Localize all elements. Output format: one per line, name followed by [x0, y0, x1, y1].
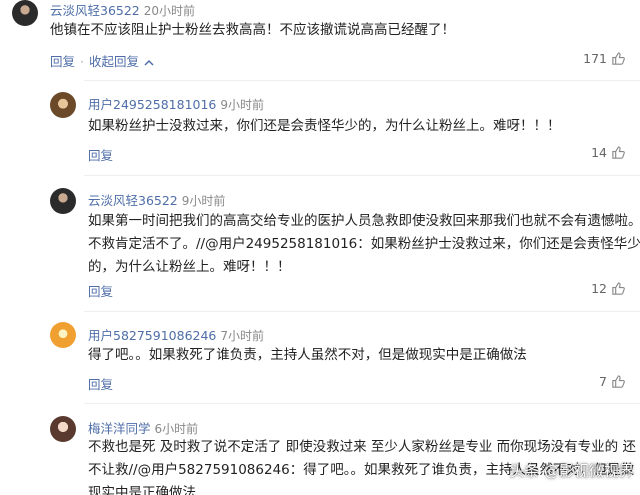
thumbs-up-icon[interactable]	[611, 374, 626, 389]
comment-line: 不救也是死 及时救了说不定活了 即使没救过来 至少人家粉丝是专业 而你现场没有专…	[88, 439, 636, 455]
comment-text: 他镇在不应该阻止护士粉丝去救高高！不应该撤谎说高高已经醒了！	[50, 19, 455, 42]
comment-4: 用户5827591086246 7小时前 得了吧。。如果救死了谁负责，主持人虽然不…	[0, 322, 640, 397]
watermark: 头条 @影视微视界	[509, 462, 634, 480]
comment-text: 如果第一时间把我们的高高交给专业的医护人员急救即使没救回来那我们也就不会有遗憾啦…	[88, 210, 640, 279]
like-button[interactable]: 14	[591, 145, 626, 160]
avatar[interactable]	[50, 416, 76, 442]
comment-time: 6小时前	[154, 422, 199, 436]
comment-5: 梅洋洋同学 6小时前 不救也是死 及时救了说不定活了 即使没救过来 至少人家粉丝是…	[0, 414, 640, 495]
comment-actions: 回复	[88, 281, 113, 300]
divider	[84, 311, 640, 312]
like-count: 7	[599, 374, 607, 389]
comment-username[interactable]: 用户5827591086246 7小时前	[88, 325, 264, 344]
comment-time: 7小时前	[220, 329, 265, 343]
username-text[interactable]: 梅洋洋同学	[88, 421, 151, 436]
comment-time: 9小时前	[181, 194, 226, 208]
comment-3: 云淡风轻36522 9小时前 如果第一时间把我们的高高交给专业的医护人员急救即使没…	[0, 186, 640, 306]
comment-line: 不救肯定活不了。//@用户2495258181016：如果粉丝护士没救过来，你们…	[88, 236, 640, 252]
like-count: 12	[591, 281, 607, 296]
comment-time: 20小时前	[143, 4, 196, 18]
comment-1: 云淡风轻36522 20小时前 他镇在不应该阻止护士粉丝去救高高！不应该撤谎说高高…	[0, 0, 640, 76]
comment-line: 的，为什么让粉丝上。难呀！！！	[88, 259, 291, 275]
comment-actions: 回复	[88, 145, 113, 164]
like-count: 171	[583, 51, 607, 66]
username-text[interactable]: 云淡风轻36522	[88, 193, 178, 208]
reply-button[interactable]: 回复	[50, 54, 75, 69]
comment-time: 9小时前	[220, 98, 265, 112]
like-button[interactable]: 171	[583, 51, 626, 66]
divider	[84, 403, 640, 404]
avatar[interactable]	[50, 322, 76, 348]
avatar[interactable]	[12, 0, 38, 26]
comment-username[interactable]: 云淡风轻36522 20小时前	[50, 0, 195, 19]
reply-button[interactable]: 回复	[88, 284, 113, 299]
comment-line: 如果第一时间把我们的高高交给专业的医护人员急救即使没救回来那我们也就不会有遗憾啦…	[88, 213, 640, 229]
comment-line: 现实中是正确做法	[88, 485, 196, 495]
comment-2: 用户2495258181016 9小时前 如果粉丝护士没救过来，你们还是会责怪华少…	[0, 90, 640, 166]
comment-text: 如果粉丝护士没救过来，你们还是会责怪华少的，为什么让粉丝上。难呀！！！	[88, 115, 561, 138]
comment-line: 他镇在不应该阻止护士粉丝去救高高！不应该撤谎说高高已经醒了！	[50, 22, 455, 38]
username-text[interactable]: 用户2495258181016	[88, 97, 216, 112]
comment-actions: 回复 · 收起回复	[50, 51, 155, 70]
avatar[interactable]	[50, 92, 76, 118]
username-text[interactable]: 云淡风轻36522	[50, 3, 140, 18]
thumbs-up-icon[interactable]	[611, 51, 626, 66]
reply-button[interactable]: 回复	[88, 377, 113, 392]
comment-line: 得了吧。。如果救死了谁负责，主持人虽然不对，但是做现实中是正确做法	[88, 347, 527, 363]
comment-text: 得了吧。。如果救死了谁负责，主持人虽然不对，但是做现实中是正确做法	[88, 344, 527, 367]
comment-username[interactable]: 用户2495258181016 9小时前	[88, 94, 264, 113]
comment-actions: 回复	[88, 374, 113, 393]
divider	[84, 80, 640, 81]
like-count: 14	[591, 145, 607, 160]
thumbs-up-icon[interactable]	[611, 145, 626, 160]
divider	[84, 175, 640, 176]
like-button[interactable]: 12	[591, 281, 626, 296]
reply-button[interactable]: 回复	[88, 148, 113, 163]
avatar[interactable]	[50, 188, 76, 214]
collapse-label[interactable]: 收起回复	[89, 54, 139, 69]
chevron-up-icon[interactable]	[143, 57, 155, 69]
like-button[interactable]: 7	[599, 374, 626, 389]
username-text[interactable]: 用户5827591086246	[88, 328, 216, 343]
comment-username[interactable]: 梅洋洋同学 6小时前	[88, 418, 198, 437]
collapse-replies-button[interactable]: 收起回复	[89, 54, 155, 69]
comment-line: 如果粉丝护士没救过来，你们还是会责怪华少的，为什么让粉丝上。难呀！！！	[88, 118, 561, 134]
separator: ·	[80, 54, 84, 69]
thumbs-up-icon[interactable]	[611, 281, 626, 296]
comment-username[interactable]: 云淡风轻36522 9小时前	[88, 190, 225, 209]
